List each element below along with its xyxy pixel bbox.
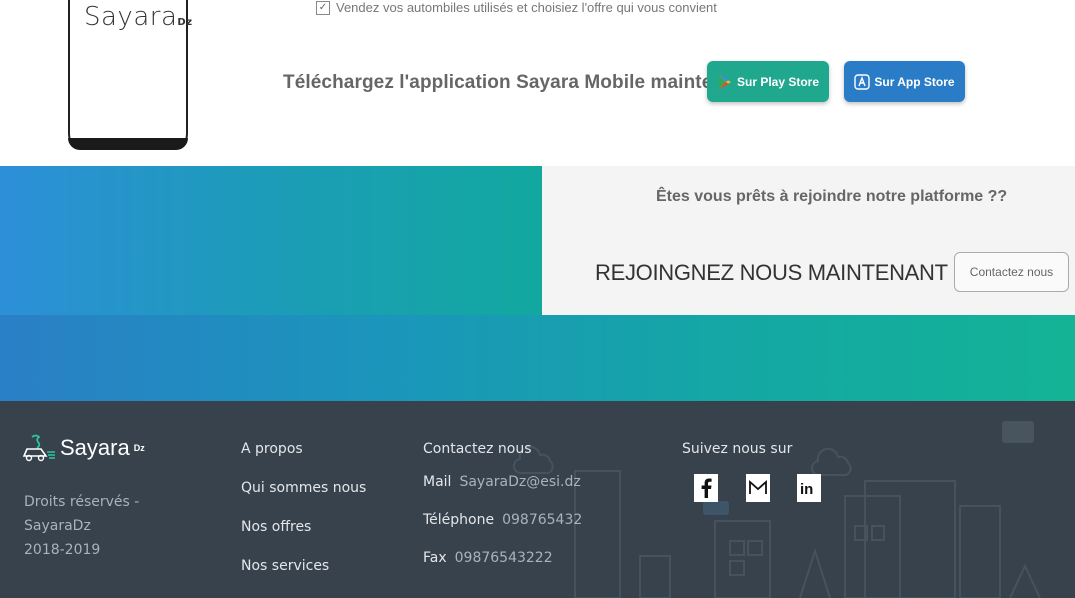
gradient-band (0, 315, 1075, 401)
footer: Sayara Dz Droits réservés - SayaraDz 2018… (0, 401, 1075, 598)
app-store-icon (854, 73, 871, 90)
social-heading: Suivez nous sur (682, 441, 793, 457)
app-store-label: Sur App Store (874, 74, 955, 89)
svg-text:in: in (800, 481, 813, 498)
car-logo-icon (22, 434, 55, 462)
feature-item: ✓ Vendez vos autombiles utilisés et choi… (316, 0, 717, 15)
join-panel: Êtes vous prêts à rejoindre notre platfo… (542, 166, 1075, 315)
download-text: Téléchargez l'application Sayara Mobile … (283, 72, 765, 93)
footer-link-qui-sommes-nous[interactable]: Qui sommes nous (241, 480, 366, 519)
footer-contact: Contactez nous Mail SayaraDz@esi.dz Télép… (423, 441, 582, 571)
footer-logo[interactable]: Sayara Dz (22, 434, 145, 462)
join-question: Êtes vous prêts à rejoindre notre platfo… (656, 188, 1008, 205)
facebook-icon[interactable] (694, 474, 718, 502)
contact-heading: Contactez nous (423, 441, 532, 457)
play-store-icon (717, 74, 733, 90)
phone-mockup: SayaraDz (68, 0, 192, 150)
gmail-icon[interactable] (746, 474, 770, 502)
footer-links: A propos Qui sommes nous Nos offres Nos … (241, 441, 366, 597)
footer-link-nos-offres[interactable]: Nos offres (241, 519, 366, 558)
contact-fax: Fax 09876543222 (423, 550, 553, 566)
join-title: REJOINGNEZ NOUS MAINTENANT (595, 260, 948, 285)
join-section: Êtes vous prêts à rejoindre notre platfo… (0, 166, 1075, 315)
contact-phone: Téléphone 098765432 (423, 512, 583, 528)
checkbox-icon: ✓ (316, 0, 330, 15)
contact-mail: Mail SayaraDz@esi.dz (423, 474, 581, 490)
app-store-button[interactable]: Sur App Store (844, 61, 965, 102)
copyright-text: Droits réservés - SayaraDz 2018-2019 (24, 494, 140, 558)
play-store-label: Sur Play Store (736, 74, 820, 89)
footer-link-nos-services[interactable]: Nos services (241, 558, 366, 597)
linkedin-icon[interactable]: in (797, 474, 821, 502)
contact-us-button[interactable]: Contactez nous (954, 252, 1069, 292)
play-store-button[interactable]: Sur Play Store (707, 61, 829, 102)
app-promo-section: SayaraDz ✓ Vendez vos autombiles utilisé… (0, 0, 1075, 166)
feature-text: Vendez vos autombiles utilisés et choisi… (336, 0, 717, 15)
phone-bezel (68, 138, 188, 150)
footer-link-a-propos[interactable]: A propos (241, 441, 366, 480)
phone-logo: SayaraDz (84, 2, 193, 32)
